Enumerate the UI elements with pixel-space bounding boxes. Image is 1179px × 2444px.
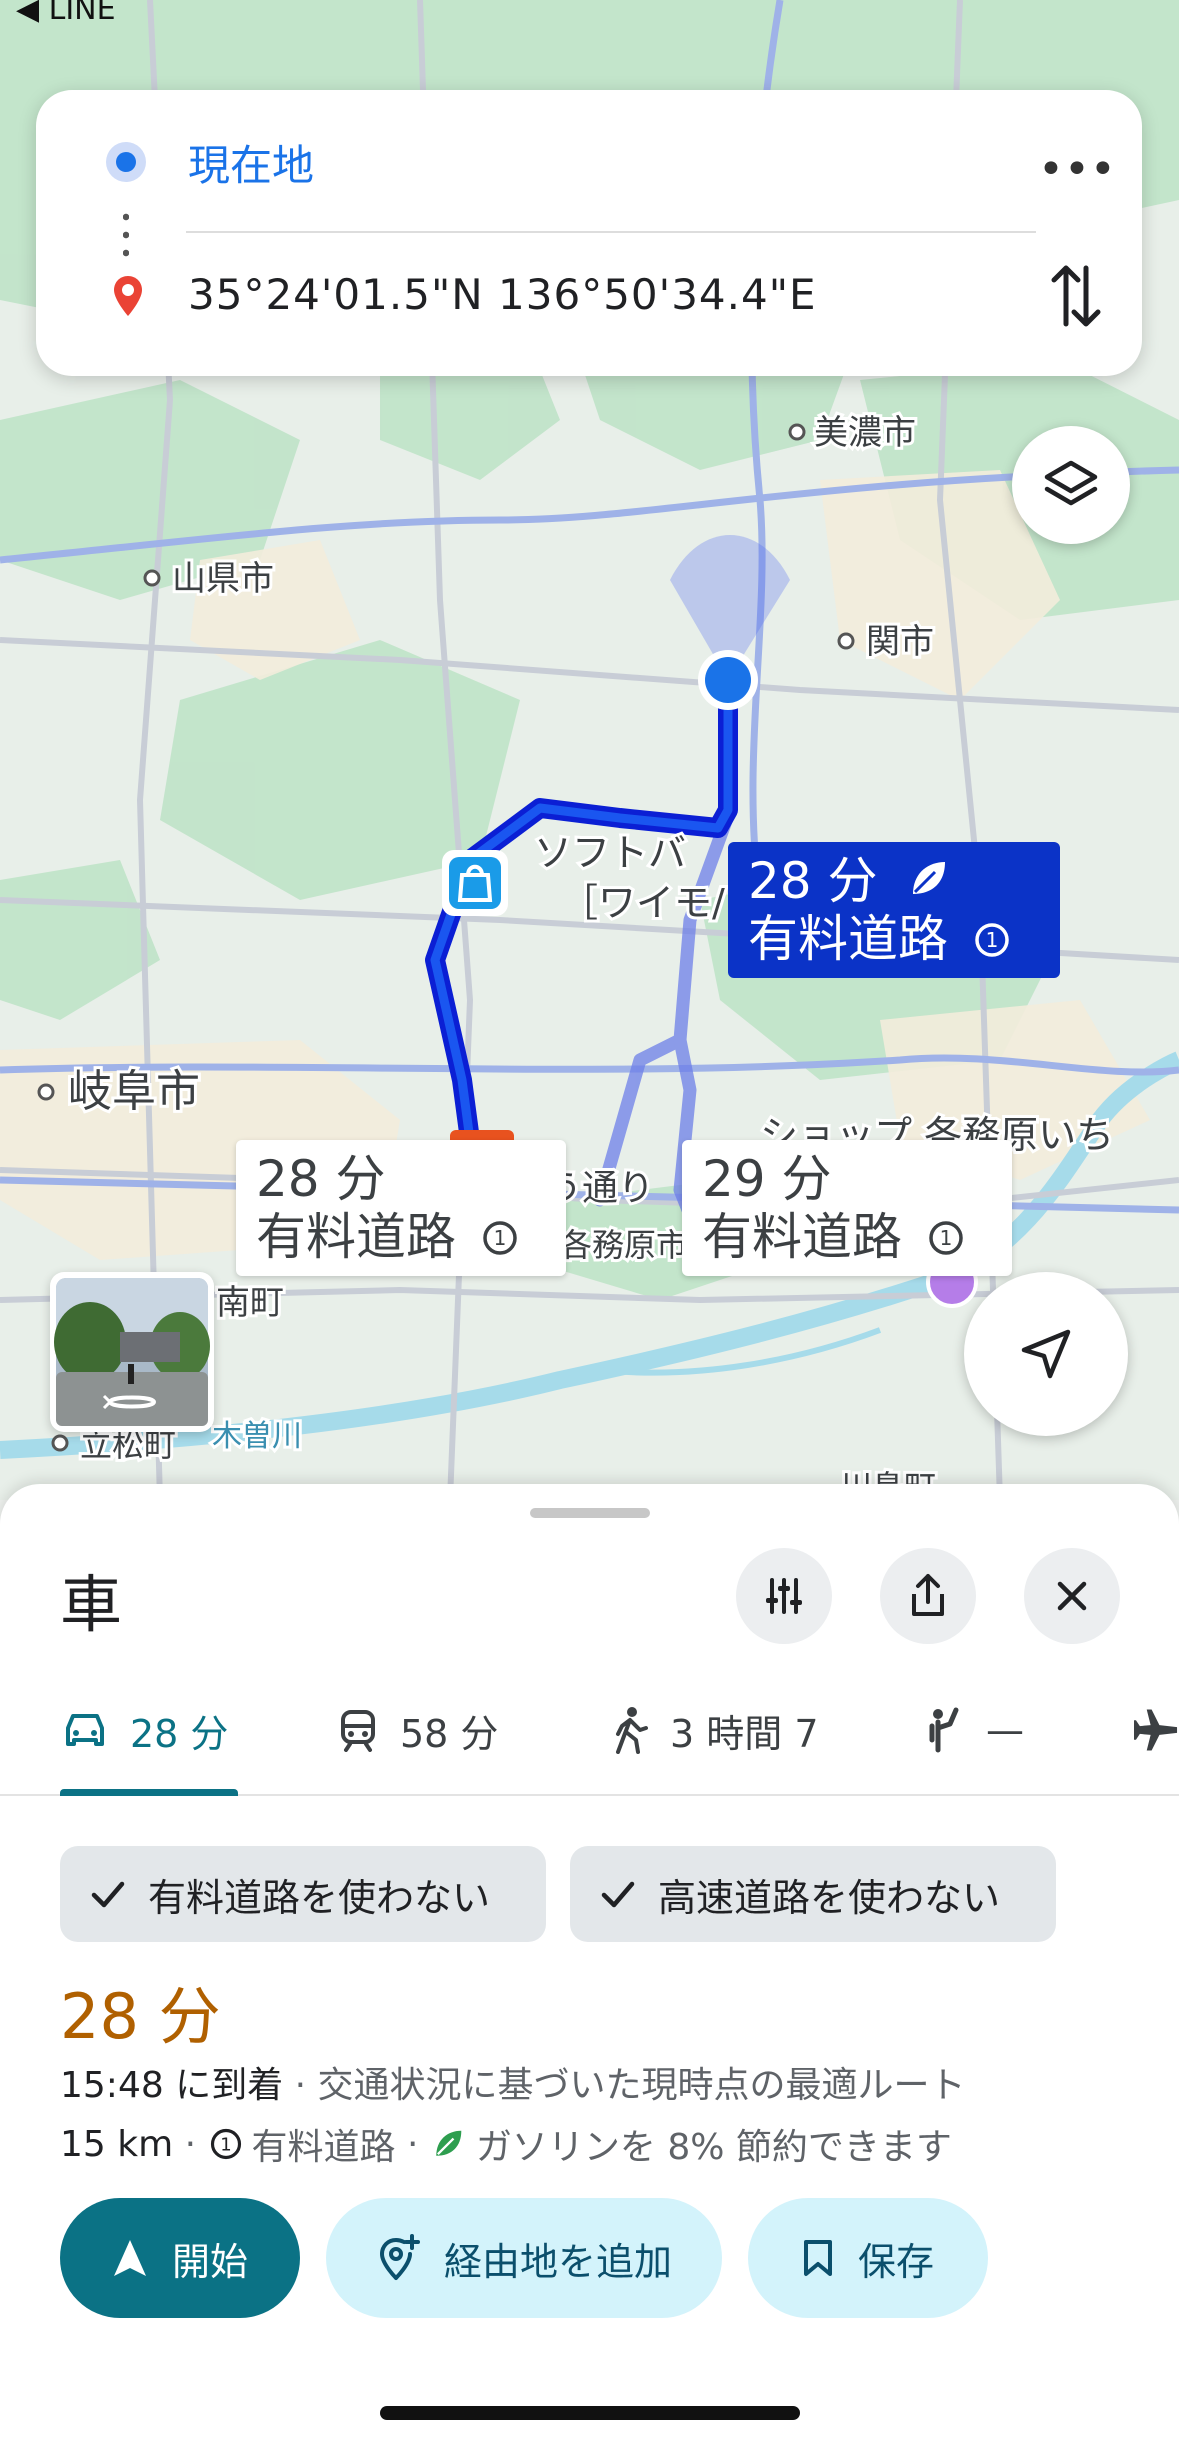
route-time: 29 分 <box>702 1150 832 1208</box>
directions-sheet: 車 28 分 58 分 3 時間 7 — 有料道路を使わない 高速道路を使わない… <box>0 1484 1179 2444</box>
tab-walk-label: 3 時間 7 <box>670 1711 819 1756</box>
toll-icon: 1 <box>975 923 1009 957</box>
tab-walk[interactable]: 3 時間 7 <box>612 1700 819 1760</box>
map-label-minami: 南町 <box>216 1283 284 1323</box>
arrival-info: 15:48 に到着 · 交通状況に基づいた現時点の最適ルート <box>60 2056 966 2108</box>
tab-car[interactable]: 28 分 <box>62 1700 228 1760</box>
arrival-time: 15:48 に到着 <box>60 2065 284 2106</box>
home-indicator[interactable] <box>380 2406 800 2420</box>
toll-icon: 1 <box>929 1221 963 1255</box>
tab-rideshare[interactable]: — <box>924 1700 1024 1760</box>
check-icon <box>91 1881 125 1908</box>
active-tab-indicator <box>60 1789 238 1796</box>
flight-icon <box>1134 1709 1178 1751</box>
route-chip-alt-2[interactable]: 29 分 有料道路 1 <box>682 1140 1012 1276</box>
navigation-arrow-icon <box>113 2240 146 2276</box>
avoid-highways-label: 高速道路を使わない <box>658 1875 1001 1920</box>
map-label-softbank: ソフトバ <box>534 831 686 875</box>
save-label: 保存 <box>857 2239 934 2284</box>
map-label-yamagata: 山県市 <box>172 559 274 599</box>
destination-field[interactable]: 35°24'01.5"N 136°50'34.4"E <box>188 270 817 319</box>
add-stop-button[interactable]: 経由地を追加 <box>326 2198 722 2318</box>
toll-icon: 1 <box>210 2128 241 2160</box>
save-button[interactable]: 保存 <box>748 2198 988 2318</box>
walk-icon <box>616 1707 648 1754</box>
check-icon <box>601 1881 635 1908</box>
route-time: 28 分 <box>748 852 878 910</box>
rideshare-icon <box>929 1707 959 1753</box>
my-location-button[interactable] <box>964 1272 1128 1436</box>
map-label-kakamigahara: 各務原市 <box>560 1226 688 1264</box>
close-button[interactable] <box>1024 1548 1120 1644</box>
street-view-image <box>54 1278 210 1426</box>
distance: 15 km <box>60 2123 174 2165</box>
start-navigation-button[interactable]: 開始 <box>60 2198 300 2318</box>
tab-rideshare-label: — <box>986 1708 1024 1752</box>
share-icon <box>912 1574 944 1616</box>
route-options-button[interactable] <box>736 1548 832 1644</box>
map-label-seki: 関市 <box>866 622 934 662</box>
distance-info: 15 km · 1 有料道路 · ガソリンを 8% 節約できます <box>60 2118 952 2170</box>
tab-car-label: 28 分 <box>130 1711 229 1756</box>
map-label-waimo: ［ワイモ/ <box>560 881 725 925</box>
swap-directions-icon[interactable] <box>1046 258 1106 334</box>
sheet-drag-handle[interactable] <box>530 1508 650 1518</box>
map-label-kisogawa: 木曽川 <box>212 1419 302 1454</box>
eco-leaf-icon <box>436 2130 462 2156</box>
tab-transit-label: 58 分 <box>400 1711 499 1756</box>
route-chip-alt-1[interactable]: 28 分 有料道路 1 <box>236 1140 566 1276</box>
route-toll: 有料道路 <box>256 1208 456 1266</box>
svg-text:1: 1 <box>494 1226 507 1250</box>
route-time: 28 分 <box>256 1150 386 1208</box>
layers-icon <box>1044 460 1098 506</box>
bookmark-icon <box>803 2240 832 2276</box>
arrival-note: · 交通状況に基づいた現時点の最適ルート <box>283 2065 966 2106</box>
travel-mode-title: 車 <box>60 1568 123 1641</box>
svg-text:1: 1 <box>940 1226 953 1250</box>
car-icon <box>66 1714 104 1746</box>
train-icon <box>341 1710 375 1752</box>
route-toll: 有料道路 <box>748 910 948 968</box>
avoid-tolls-chip[interactable]: 有料道路を使わない <box>60 1846 546 1942</box>
toll-label: 有料道路 <box>251 2127 396 2168</box>
share-button[interactable] <box>880 1548 976 1644</box>
eco-leaf-icon <box>913 862 946 894</box>
directions-card: 現在地 35°24'01.5"N 136°50'34.4"E ••• <box>36 90 1142 376</box>
layers-button[interactable] <box>1012 426 1130 544</box>
start-label: 開始 <box>171 2239 248 2284</box>
back-to-line-link[interactable]: ◀ LINE <box>16 0 116 27</box>
destination-pin-icon <box>114 276 142 316</box>
close-icon <box>1057 1581 1087 1611</box>
field-divider <box>186 231 1036 233</box>
toll-icon: 1 <box>483 1221 517 1255</box>
svg-text:1: 1 <box>986 928 999 952</box>
travel-mode-tabs: 28 分 58 分 3 時間 7 — <box>0 1670 1179 1796</box>
avoid-highways-chip[interactable]: 高速道路を使わない <box>570 1846 1056 1942</box>
navigation-arrow-icon <box>1021 1329 1071 1379</box>
sliders-icon <box>766 1578 802 1614</box>
svg-text:1: 1 <box>220 2134 231 2155</box>
tab-transit[interactable]: 58 分 <box>338 1700 498 1760</box>
eco-savings-label: ガソリンを 8% 節約できます <box>475 2127 952 2168</box>
origin-field[interactable]: 現在地 <box>188 132 314 193</box>
tab-flight[interactable] <box>1134 1700 1179 1760</box>
route-dots-icon <box>123 208 129 260</box>
more-options-icon[interactable]: ••• <box>1038 140 1116 200</box>
add-location-icon <box>379 2234 420 2280</box>
route-chip-primary[interactable]: 28 分 有料道路 1 <box>728 842 1060 978</box>
route-duration: 28 分 <box>60 1980 221 2053</box>
map-label-gifu: 岐阜市 <box>68 1066 200 1117</box>
avoid-tolls-label: 有料道路を使わない <box>148 1875 491 1920</box>
map-label-mino: 美濃市 <box>814 413 916 453</box>
origin-dot-icon <box>106 142 146 182</box>
street-view-thumbnail[interactable] <box>50 1272 214 1432</box>
add-stop-label: 経由地を追加 <box>443 2239 672 2284</box>
route-toll: 有料道路 <box>702 1208 902 1266</box>
